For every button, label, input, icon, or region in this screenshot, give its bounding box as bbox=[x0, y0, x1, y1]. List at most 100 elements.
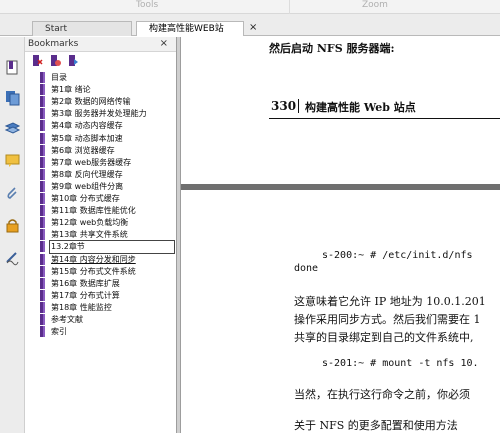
delete-bookmark-icon[interactable] bbox=[31, 54, 43, 67]
side-tool-rail bbox=[0, 37, 25, 433]
bookmark-options-icon[interactable] bbox=[67, 54, 79, 67]
bookmark-flag-icon bbox=[40, 229, 45, 241]
bookmark-label: 第3章 服务器并发处理能力 bbox=[51, 109, 147, 119]
bookmark-label: 第11章 数据库性能优化 bbox=[51, 206, 136, 216]
bookmark-flag-icon bbox=[40, 168, 45, 180]
bookmark-flag-icon bbox=[40, 241, 45, 253]
tab-document[interactable]: 构建高性能WEB站点.p... bbox=[136, 21, 244, 48]
bookmark-item[interactable]: 第8章 反向代理缓存 bbox=[38, 168, 175, 181]
pdf-page-lower: s-200:~ # /etc/init.d/nfs done 这意味着它允许 I… bbox=[181, 190, 500, 433]
attachments-icon[interactable] bbox=[4, 185, 21, 202]
bookmark-flag-icon bbox=[40, 193, 45, 204]
bookmark-label: 第14章 内容分发和同步 bbox=[51, 254, 136, 264]
bookmark-item[interactable]: 第4章 动态内容缓存 bbox=[38, 120, 175, 132]
paragraph-line: 这意味着它允许 IP 地址为 10.0.1.201 bbox=[294, 295, 486, 308]
bookmark-item[interactable]: 第15章 分布式文件系统 bbox=[38, 265, 175, 278]
bookmark-flag-icon bbox=[40, 217, 45, 229]
bookmark-label: 第16章 数据库扩展 bbox=[51, 278, 120, 288]
bookmark-label: 第12章 web负载均衡 bbox=[51, 218, 129, 228]
bookmark-item[interactable]: 13.2章节 bbox=[38, 240, 175, 255]
bookmark-flag-icon bbox=[40, 108, 45, 120]
paragraph-line: 关于 NFS 的更多配置和使用方法 bbox=[294, 419, 458, 432]
header-rule bbox=[269, 118, 500, 119]
bookmark-flag-icon bbox=[40, 156, 45, 168]
bookmarks-panel-title: Bookmarks bbox=[28, 39, 79, 49]
bookmarks-panel-icon[interactable] bbox=[4, 59, 21, 76]
zoom-label[interactable]: Zoom bbox=[362, 0, 388, 10]
comments-icon[interactable] bbox=[4, 152, 21, 169]
bookmark-label: 第5章 动态脚本加速 bbox=[51, 133, 123, 143]
document-viewer[interactable]: 然后启动 NFS 服务器端: 330 构建高性能 Web 站点 s-200:~ … bbox=[181, 37, 500, 433]
bookmark-flag-icon bbox=[40, 265, 45, 277]
bookmarks-panel-close-icon[interactable]: × bbox=[160, 38, 168, 50]
layers-icon[interactable] bbox=[4, 120, 21, 137]
page-thumbnails-icon[interactable] bbox=[4, 89, 21, 106]
bookmark-label: 第18章 性能监控 bbox=[51, 302, 112, 312]
bookmark-item[interactable]: 第17章 分布式计算 bbox=[38, 289, 175, 302]
bookmark-label: 第13章 共享文件系统 bbox=[51, 230, 128, 240]
bookmarks-panel-header: Bookmarks × bbox=[25, 37, 176, 52]
page-text-line: 然后启动 NFS 服务器端: bbox=[269, 42, 395, 55]
bookmark-item[interactable]: 第3章 服务器并发处理能力 bbox=[38, 108, 175, 120]
tab-start-label: Start bbox=[45, 24, 67, 34]
bookmark-item[interactable]: 第14章 内容分发和同步 bbox=[38, 253, 175, 266]
command-line: s-201:~ # mount -t nfs 10. bbox=[322, 358, 479, 369]
bookmark-item[interactable]: 第16章 数据库扩展 bbox=[38, 277, 175, 290]
new-bookmark-icon[interactable] bbox=[49, 54, 61, 67]
bookmark-item[interactable]: 第9章 web组件分离 bbox=[38, 180, 175, 193]
bookmark-label: 第1章 绪论 bbox=[51, 85, 91, 95]
tab-close-icon[interactable]: × bbox=[249, 23, 257, 33]
bookmark-flag-icon bbox=[40, 72, 45, 83]
page-number: 330 bbox=[271, 99, 297, 113]
bookmark-flag-icon bbox=[40, 326, 45, 338]
bookmark-item[interactable]: 第13章 共享文件系统 bbox=[38, 229, 175, 241]
bookmark-item[interactable]: 参考文献 bbox=[38, 314, 175, 326]
bookmark-flag-icon bbox=[40, 180, 45, 192]
tab-start[interactable]: Start bbox=[32, 21, 132, 36]
bookmark-label: 参考文献 bbox=[51, 315, 83, 324]
bookmark-label: 第8章 反向代理缓存 bbox=[51, 169, 123, 179]
top-toolbar: Tools Zoom bbox=[0, 0, 500, 14]
bookmark-item[interactable]: 第12章 web负载均衡 bbox=[38, 217, 175, 229]
bookmark-item[interactable]: 第5章 动态脚本加速 bbox=[38, 132, 175, 145]
paragraph-line: 操作采用同步方式。然后我们需要在 1 bbox=[294, 313, 481, 326]
bookmark-flag-icon bbox=[40, 96, 45, 108]
bookmark-label: 第6章 浏览器缓存 bbox=[51, 145, 115, 155]
bookmarks-panel: Bookmarks × 目录第1章 绪论第2章 数据的网络传输第3章 服务器并发… bbox=[25, 37, 176, 433]
running-head-divider bbox=[298, 99, 299, 113]
paragraph-line: 共享的目录绑定到自己的文件系统中, bbox=[294, 331, 474, 344]
bookmark-item[interactable]: 第7章 web服务器缓存 bbox=[38, 156, 175, 169]
bookmark-label: 第15章 分布式文件系统 bbox=[51, 266, 136, 276]
bookmark-item[interactable]: 目录 bbox=[38, 72, 175, 84]
bookmark-label: 13.2章节 bbox=[49, 240, 175, 255]
bookmark-flag-icon bbox=[40, 301, 45, 313]
security-lock-icon[interactable] bbox=[4, 217, 21, 234]
bookmark-flag-icon bbox=[40, 205, 45, 217]
bookmark-flag-icon bbox=[40, 253, 45, 265]
tools-label[interactable]: Tools bbox=[136, 0, 158, 10]
bookmark-label: 第9章 web组件分离 bbox=[51, 181, 124, 191]
bookmark-flag-icon bbox=[40, 84, 45, 96]
bookmark-item[interactable]: 第18章 性能监控 bbox=[38, 301, 175, 314]
bookmark-flag-icon bbox=[40, 120, 45, 132]
signatures-icon[interactable] bbox=[4, 249, 21, 266]
toolbar-divider bbox=[289, 0, 290, 14]
command-output: done bbox=[294, 263, 319, 274]
bookmark-flag-icon bbox=[40, 144, 45, 156]
bookmark-item[interactable]: 第2章 数据的网络传输 bbox=[38, 96, 175, 108]
bookmark-label: 第7章 web服务器缓存 bbox=[51, 157, 132, 167]
bookmark-label: 第4章 动态内容缓存 bbox=[51, 121, 123, 131]
bookmark-item[interactable]: 第1章 绪论 bbox=[38, 84, 175, 96]
bookmark-flag-icon bbox=[40, 277, 45, 289]
bookmark-label: 第2章 数据的网络传输 bbox=[51, 97, 131, 107]
tab-bar: Start 构建高性能WEB站点.p... × bbox=[0, 14, 500, 48]
running-head: 构建高性能 Web 站点 bbox=[305, 101, 416, 114]
bookmark-item[interactable]: 索引 bbox=[38, 326, 175, 338]
bookmark-item[interactable]: 第6章 浏览器缓存 bbox=[38, 144, 175, 157]
bookmark-item[interactable]: 第10章 分布式缓存 bbox=[38, 193, 175, 205]
bookmark-flag-icon bbox=[40, 289, 45, 301]
bookmark-item[interactable]: 第11章 数据库性能优化 bbox=[38, 205, 175, 217]
bookmark-flag-icon bbox=[40, 132, 45, 144]
bookmark-label: 目录 bbox=[51, 73, 67, 82]
bookmark-flag-icon bbox=[40, 314, 45, 325]
